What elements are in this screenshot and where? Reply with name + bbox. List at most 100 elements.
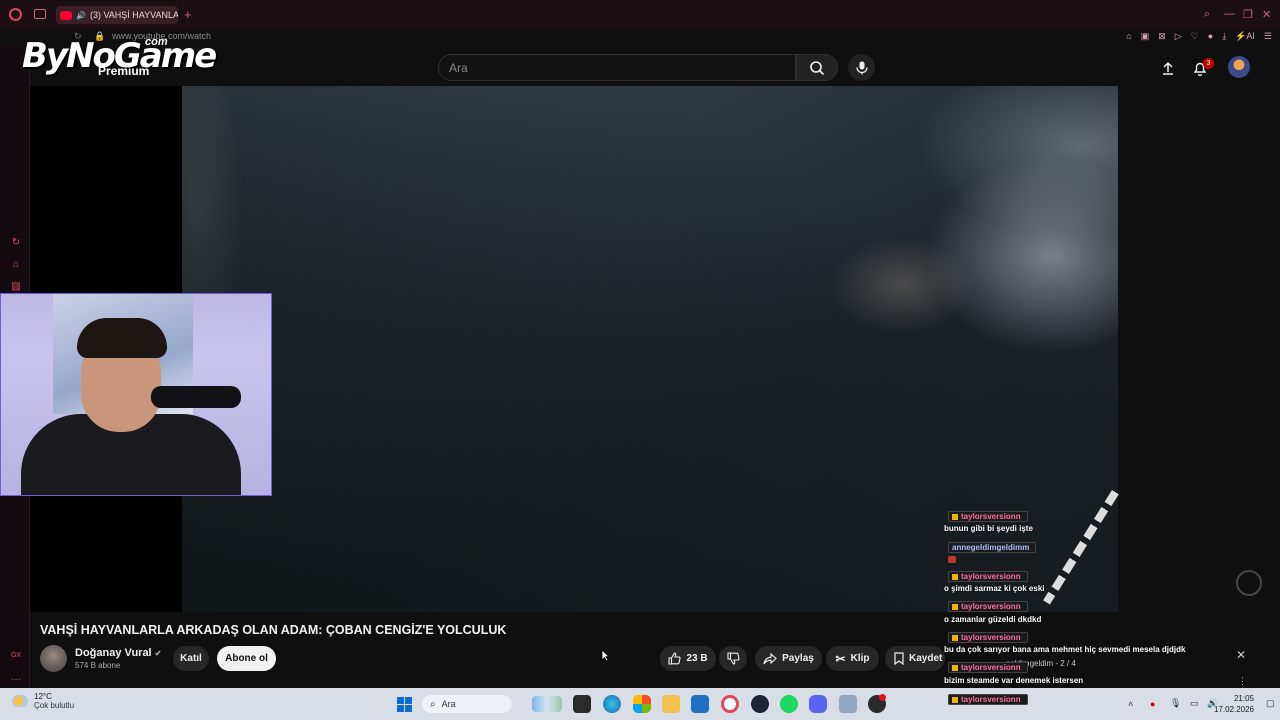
workspaces-icon[interactable]	[34, 9, 46, 19]
new-tab-icon[interactable]: +	[184, 7, 192, 22]
youtube-favicon-icon	[60, 10, 72, 20]
notes-icon[interactable]: ▨	[10, 281, 22, 293]
chat-message: bu da çok sarıyor bana ama mehmet hiç se…	[944, 645, 1186, 654]
chat-username: taylorsversionn	[948, 662, 1028, 673]
opera-logo-icon[interactable]	[9, 8, 22, 21]
verified-icon: ✔	[154, 649, 162, 658]
edge-icon[interactable]	[603, 695, 621, 713]
video-shade	[182, 86, 1118, 612]
chat-message: bizim steamde var denemek istersen	[944, 676, 1084, 685]
upload-icon	[1163, 61, 1173, 75]
steam-icon[interactable]	[751, 695, 769, 713]
ai-icon[interactable]: ⚡AI	[1235, 31, 1255, 42]
widget-thumbnail[interactable]	[532, 696, 562, 712]
chat-username: taylorsversionn	[948, 694, 1028, 705]
notification-badge: 3	[1203, 58, 1214, 69]
discord-icon[interactable]	[809, 695, 827, 713]
play-icon[interactable]: ▷	[1175, 31, 1182, 42]
bookmark-icon[interactable]: ⌂	[1126, 31, 1131, 42]
chat-username: taylorsversionn	[948, 511, 1028, 522]
tab-title: (3) VAHŞİ HAYVANLAR	[89, 10, 178, 20]
share-button[interactable]: Paylaş	[755, 646, 822, 671]
join-button[interactable]: Katıl	[173, 646, 209, 671]
menu-icon[interactable]: ☰	[1264, 31, 1272, 42]
search-input[interactable]: Ara	[438, 54, 796, 81]
subscribe-button[interactable]: Abone ol	[217, 646, 276, 671]
cloudy-weather-icon	[12, 695, 28, 707]
sub-badge-icon	[952, 664, 958, 671]
create-button[interactable]	[1158, 58, 1178, 78]
start-button[interactable]	[397, 697, 412, 712]
opera-gx-taskbar-icon[interactable]	[721, 695, 739, 713]
chat-username: taylorsversionn	[948, 601, 1028, 612]
share-icon	[763, 652, 777, 664]
snapshot-icon[interactable]: ▣	[1141, 31, 1150, 42]
dislike-button[interactable]	[719, 646, 747, 671]
browser-tab[interactable]: 🔊 (3) VAHŞİ HAYVANLAR	[56, 6, 178, 24]
adblock-icon[interactable]: ⊠	[1158, 31, 1166, 42]
scissors-icon: ✂	[835, 651, 846, 666]
notification-center-icon[interactable]: ▢	[1266, 698, 1275, 709]
browser-titlebar	[0, 0, 1280, 30]
spotify-icon[interactable]	[780, 695, 798, 713]
minimize-icon[interactable]: —	[1224, 8, 1235, 20]
youtube-premium-label[interactable]: Premium	[98, 64, 149, 78]
bookmark-save-icon	[894, 652, 904, 665]
channel-watermark-icon	[1236, 570, 1262, 596]
weather-description: Çok bulutlu	[34, 701, 75, 710]
more-options-icon[interactable]: ⋮	[1238, 676, 1247, 687]
streamer-hair	[77, 318, 167, 358]
chat-username: taylorsversionn	[948, 632, 1028, 643]
system-clock[interactable]: 21:05 17.02.2026	[1214, 693, 1254, 715]
voice-search-button[interactable]	[848, 54, 875, 81]
bag-icon[interactable]: ⌂	[10, 259, 22, 271]
subscriber-count: 574 B abone	[75, 661, 121, 670]
copilot-icon[interactable]	[633, 695, 651, 713]
channel-avatar[interactable]	[40, 645, 67, 672]
restore-icon[interactable]: ❐	[1243, 8, 1253, 21]
clock-date: 17.02.2026	[1213, 705, 1254, 714]
like-button[interactable]: 23 B	[660, 646, 716, 671]
microphone-tray-icon[interactable]: 🎙	[1170, 698, 1181, 709]
tray-overflow-icon[interactable]: ˄	[1128, 699, 1133, 709]
thumbs-down-icon	[726, 652, 740, 665]
file-explorer-icon[interactable]	[662, 695, 680, 713]
clock-time: 21:05	[1233, 694, 1254, 703]
recording-indicator	[879, 694, 886, 701]
tray-app-icon[interactable]: ●	[1150, 699, 1155, 709]
store-icon[interactable]	[691, 695, 709, 713]
account-avatar[interactable]	[1228, 56, 1250, 78]
sub-badge-icon	[952, 513, 958, 520]
stream-logo-suffix: com	[145, 36, 168, 48]
close-window-icon[interactable]: ✕	[1262, 8, 1271, 21]
chat-message: o zamanlar güzeldi dkdkd	[944, 615, 1042, 624]
chat-message: bunun gibi bi şeydi işte	[944, 524, 1033, 533]
profile-icon[interactable]: ●	[1208, 31, 1213, 42]
heart-icon[interactable]: ♡	[1191, 31, 1199, 42]
clip-button[interactable]: ✂ Klip	[826, 646, 879, 671]
gx-icon[interactable]: GX	[10, 650, 22, 662]
taskbar-search[interactable]: ⌕ Ara	[422, 695, 512, 713]
taskbar-search-icon: ⌕	[430, 698, 436, 710]
chat-message: o şimdi sarmaz ki çok eski	[944, 584, 1045, 593]
history-icon[interactable]: ↻	[10, 237, 22, 249]
save-button[interactable]: Kaydet	[885, 646, 945, 671]
chat-username: annegeldimgeldimm	[948, 542, 1037, 553]
sub-badge-icon	[952, 603, 958, 610]
microphone	[151, 386, 241, 408]
more-icon[interactable]: …	[10, 672, 22, 684]
emote-icon	[948, 556, 956, 563]
sub-badge-icon	[952, 573, 958, 580]
close-pinned-icon[interactable]: ✕	[1236, 648, 1246, 662]
search-tabs-icon[interactable]: ⌕	[1204, 8, 1210, 21]
like-count: 23 B	[686, 653, 708, 664]
app-icon[interactable]	[839, 695, 857, 713]
network-icon[interactable]: ▭	[1190, 698, 1199, 709]
search-placeholder: Ara	[449, 60, 468, 75]
download-icon[interactable]: ⤓	[1222, 31, 1226, 42]
video-title: VAHŞİ HAYVANLARLA ARKADAŞ OLAN ADAM: ÇOB…	[40, 623, 507, 637]
channel-name[interactable]: Doğanay Vural ✔	[75, 647, 161, 659]
search-button[interactable]	[796, 54, 838, 81]
weather-widget[interactable]: 12°C Çok bulutlu	[12, 692, 74, 710]
task-view-icon[interactable]	[573, 695, 591, 713]
